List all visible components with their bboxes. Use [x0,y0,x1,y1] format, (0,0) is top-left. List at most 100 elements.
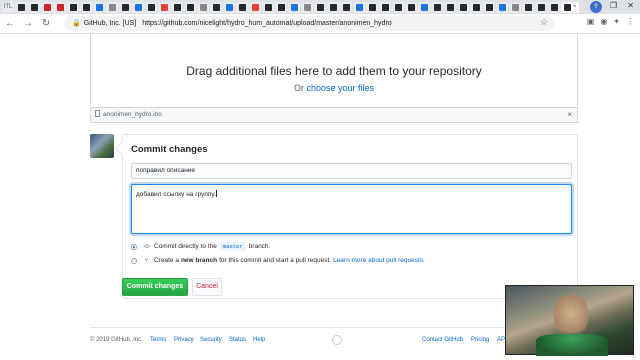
browser-tab[interactable] [171,1,183,13]
browser-tab[interactable] [405,1,417,13]
browser-tab[interactable] [249,1,261,13]
footer-link-security[interactable]: Security [200,337,222,343]
tab-favicon-icon [147,3,155,11]
tab-favicon-icon [95,3,103,11]
browser-tab[interactable] [366,1,378,13]
extension-icon[interactable]: ◉ [600,17,607,26]
tab-favicon-icon [511,3,519,11]
browser-tab[interactable] [106,1,118,13]
browser-tab[interactable] [184,1,196,13]
commit-summary-input[interactable]: поправил описание [131,163,572,179]
reload-icon[interactable]: ↻ [38,16,54,32]
browser-tab[interactable] [158,1,170,13]
tab-favicon-icon [537,3,545,11]
browser-tab[interactable] [327,1,339,13]
commit-description-input[interactable]: добавил ссылку на группу. [131,184,572,234]
browser-tab[interactable] [522,1,534,13]
commit-direct-radio[interactable] [131,243,137,250]
browser-tab[interactable] [535,1,547,13]
extension-icon[interactable]: ✦ [613,17,620,26]
learn-more-pull-requests-link[interactable]: Learn more about pull requests. [333,257,425,264]
tab-favicon-icon [550,3,558,11]
branch-name-badge: master [219,242,246,251]
tab-favicon-icon [446,3,454,11]
tab-favicon-icon [316,3,324,11]
browser-tab[interactable] [80,1,92,13]
bookmark-star-icon[interactable]: ☆ [540,17,548,28]
choose-files-link[interactable]: choose your files [306,83,374,93]
browser-tab[interactable] [119,1,131,13]
browser-tab[interactable] [288,1,300,13]
browser-tab[interactable] [67,1,79,13]
browser-tab[interactable] [262,1,274,13]
browser-tab[interactable] [353,1,365,13]
browser-tab[interactable] [28,1,40,13]
browser-tab[interactable] [392,1,404,13]
close-tab-icon[interactable]: × [573,4,577,10]
browser-tab[interactable] [41,1,53,13]
browser-tab[interactable] [379,1,391,13]
browser-tab[interactable] [93,1,105,13]
browser-tab[interactable] [483,1,495,13]
window-controls[interactable]: — ❐ ✕ [592,1,638,10]
uploaded-file-name: anonimen_hydro.ino [103,111,162,118]
webcam-person [554,294,588,338]
browser-tab[interactable] [509,1,521,13]
remove-file-icon[interactable]: × [567,108,572,122]
footer-link-privacy[interactable]: Privacy [174,337,194,343]
new-branch-label-bold: new branch [180,257,218,264]
browser-tab[interactable] [223,1,235,13]
browser-tab[interactable] [132,1,144,13]
footer-link-terms[interactable]: Terms [150,337,166,343]
commit-changes-button[interactable]: Commit changes [122,278,188,296]
tab-favicon-icon [238,3,246,11]
extension-icon[interactable]: ▣ [587,17,595,26]
forward-arrow-icon[interactable]: → [20,16,36,32]
browser-tab[interactable] [301,1,313,13]
browser-tab[interactable] [210,1,222,13]
url-text: https://github.com/nicelight/hydro_hum_a… [142,20,392,27]
back-arrow-icon[interactable]: ← [2,16,18,32]
new-branch-option[interactable]: ⑂ Create a new branch for this commit an… [131,257,425,264]
browser-tab-active[interactable]: × [561,1,579,13]
footer-copyright: © 2019 GitHub, Inc. [90,337,143,343]
browser-tab[interactable] [548,1,560,13]
browser-tab[interactable] [314,1,326,13]
footer-link-help[interactable]: Help [253,337,265,343]
tab-favicon-icon [459,3,467,11]
tab-favicon-icon [524,3,532,11]
file-drop-zone[interactable]: Drag additional files here to add them t… [90,34,578,106]
browser-tab[interactable] [418,1,430,13]
browser-tab[interactable] [340,1,352,13]
tab-favicon-icon [433,3,441,11]
browser-tab[interactable] [15,1,27,13]
browser-tab[interactable] [275,1,287,13]
browser-toolbar: ← → ↻ 🔒 GitHub, Inc. [US] https://github.c… [0,14,640,34]
browser-tab[interactable] [197,1,209,13]
browser-tab[interactable] [444,1,456,13]
address-bar[interactable]: 🔒 GitHub, Inc. [US] https://github.com/nic… [64,16,554,31]
browser-tab[interactable] [470,1,482,13]
tab-favicon-icon [472,3,480,11]
new-branch-radio[interactable] [131,257,137,264]
browser-tab-strip: ITL × [0,0,640,14]
browser-tab[interactable] [457,1,469,13]
github-logo-icon[interactable] [332,335,342,345]
tab-favicon-icon [498,3,506,11]
drop-zone-subtitle: Or choose your files [91,83,577,93]
tab-favicon-icon [277,3,285,11]
commit-direct-option[interactable]: -o- Commit directly to the master branch… [131,242,270,251]
footer-link-pricing[interactable]: Pricing [471,337,489,343]
browser-tab[interactable]: ITL [2,1,14,13]
footer-link-contact[interactable]: Contact GitHub [422,337,463,343]
browser-tab[interactable] [145,1,157,13]
tab-favicon-icon [225,3,233,11]
cancel-button[interactable]: Cancel [192,278,222,296]
browser-tab[interactable] [496,1,508,13]
browser-tab[interactable] [431,1,443,13]
browser-tab[interactable] [236,1,248,13]
footer-link-status[interactable]: Status [229,337,246,343]
commit-direct-suffix: branch. [248,243,271,250]
browser-tab[interactable] [54,1,66,13]
menu-kebab-icon[interactable]: ⋮ [626,17,634,26]
